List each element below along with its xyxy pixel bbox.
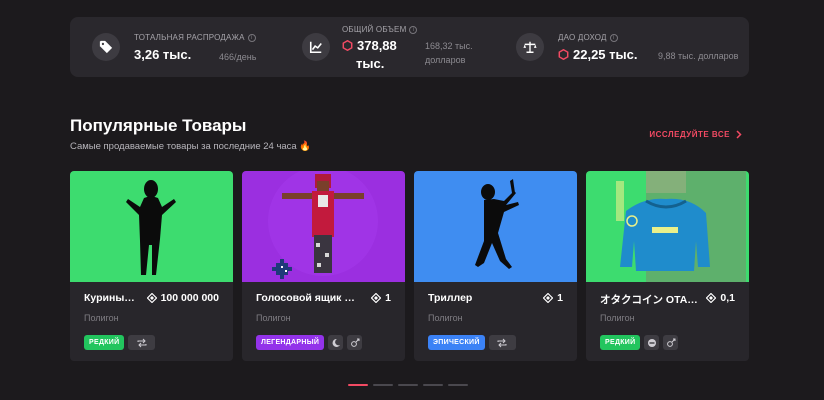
product-card[interactable]: Курины… 100 000 000 Полигон РЕДКИЙ [70,171,233,361]
stats-bar: ТОТАЛЬНАЯ РАСПРОДАЖА i 3,26 тыс. 466/день… [70,17,749,77]
product-network: Полигон [428,313,463,323]
pager-dot[interactable] [448,384,468,386]
pager-dot[interactable] [348,384,368,386]
explore-all-link[interactable]: ИССЛЕДУЙТЕ ВСЕ [649,130,742,139]
rarity-badge: ЭПИЧЕСКИЙ [428,335,485,350]
transfer-icon [488,335,516,350]
polygon-token-icon [558,49,569,60]
stat-value: 378,88 [342,38,397,53]
stat-sub: 9,88 тыс. долларов [658,51,739,61]
section-title: Популярные Товары [70,116,247,135]
rarity-badge: РЕДКИЙ [84,335,125,350]
product-card[interactable]: Триллер 1 Полигон ЭПИЧЕСКИЙ [414,171,577,361]
pager-dot[interactable] [398,384,418,386]
product-image[interactable] [70,171,233,282]
stat-total-sales: ТОТАЛЬНАЯ РАСПРОДАЖА i 3,26 тыс. 466/день [92,17,302,77]
info-icon[interactable]: i [609,33,618,42]
token-icon [543,293,554,303]
carousel-pager [348,384,468,386]
product-price: 0,1 [706,292,735,304]
product-network: Полигон [84,313,119,323]
stat-value-unit: тыс. [356,56,385,71]
product-image[interactable] [414,171,577,282]
stat-sub: 466/день [219,52,257,62]
gender-icon [347,335,363,350]
token-icon [146,293,157,303]
stat-sub: 168,32 тыс. долларов [425,41,473,65]
chevron-right-icon [736,130,742,139]
product-tags: ЭПИЧЕСКИЙ [428,335,516,350]
transfer-icon [128,335,156,350]
explore-all-label: ИССЛЕДУЙТЕ ВСЕ [649,130,730,139]
chart-icon [302,33,330,61]
gender-icon [663,335,679,350]
pager-dot[interactable] [373,384,393,386]
product-name: オタクコイン OTA… [600,294,698,306]
minus-icon [644,335,660,350]
product-tags: РЕДКИЙ [84,335,156,350]
product-card[interactable]: Голосовой ящик #… 1 Полигон ЛЕГЕНДАРНЫЙ [242,171,405,361]
moon-icon [328,335,344,350]
rarity-badge: РЕДКИЙ [600,335,641,350]
hoodie-image [586,171,749,282]
product-name: Триллер [428,292,473,304]
token-icon [706,293,717,303]
avatar-thriller-image [414,171,577,282]
product-image[interactable] [242,171,405,282]
token-icon [371,293,382,303]
stat-label: ТОТАЛЬНАЯ РАСПРОДАЖА i [134,33,256,42]
product-price: 1 [543,292,563,304]
stat-dao-income: ДАО ДОХОД i 22,25 тыс. 9,88 тыс. долларов [516,17,746,77]
info-icon[interactable]: i [247,33,256,42]
avatar-rapper-image [242,171,405,282]
product-price: 1 [371,292,391,304]
info-icon[interactable]: i [409,25,418,34]
stat-value: 22,25 тыс. [558,47,637,62]
stat-label: ДАО ДОХОД i [558,33,618,42]
rarity-badge: ЛЕГЕНДАРНЫЙ [256,335,325,350]
stat-value: 3,26 тыс. [134,47,192,62]
product-tags: РЕДКИЙ [600,335,679,350]
product-network: Полигон [256,313,291,323]
stat-label: ОБЩИЙ ОБЪЕМ i [342,25,418,34]
product-network: Полигон [600,313,635,323]
pager-dot[interactable] [423,384,443,386]
stat-total-volume: ОБЩИЙ ОБЪЕМ i 378,88 тыс. 168,32 тыс. дол… [302,17,512,77]
scale-icon [516,33,544,61]
product-name: Курины… [84,292,135,304]
tag-icon [92,33,120,61]
avatar-silhouette-image [70,171,233,282]
product-image[interactable] [586,171,749,282]
product-tags: ЛЕГЕНДАРНЫЙ [256,335,363,350]
product-card[interactable]: オタクコイン OTA… 0,1 Полигон РЕДКИЙ [586,171,749,361]
polygon-token-icon [342,40,353,51]
product-price: 100 000 000 [146,292,219,304]
section-subtitle: Самые продаваемые товары за последние 24… [70,141,312,152]
product-name: Голосовой ящик #… [256,292,360,304]
